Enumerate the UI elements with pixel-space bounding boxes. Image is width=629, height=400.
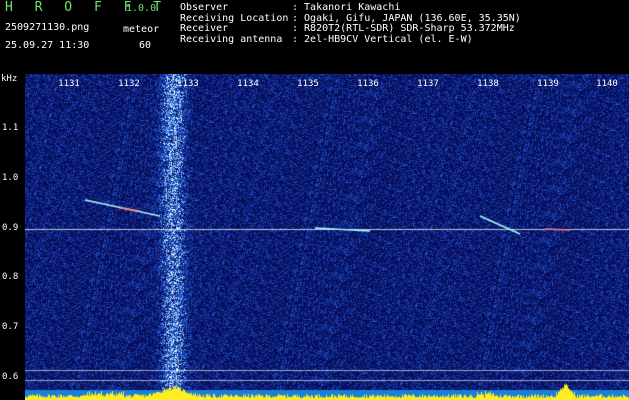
y-tick-label: 1.1 (2, 123, 19, 133)
x-tick-label: 1138 (477, 79, 499, 89)
x-tick-label: 1139 (537, 79, 559, 89)
y-tick-label: 0.7 (2, 322, 19, 332)
y-tick-label: 0.9 (2, 223, 19, 233)
info-row-antenna: Receiving antenna: 2el-HB9CV Vertical (e… (180, 33, 473, 45)
x-tick-label: 1134 (237, 79, 259, 89)
timestamp: 25.09.27 11:30 (5, 40, 90, 51)
x-tick-label: 1135 (297, 79, 319, 89)
y-tick-label: 1.0 (2, 173, 19, 183)
app-version: 1.0.0 (126, 3, 157, 14)
y-axis-unit: kHz (1, 74, 18, 84)
spectrogram (25, 74, 629, 400)
x-tick-label: 1137 (417, 79, 439, 89)
file-name: 2509271130.png (5, 22, 90, 33)
header-panel: H R O F F T 1.0.0 2509271130.png meteor … (0, 0, 629, 74)
y-tick-label: 0.8 (2, 272, 19, 282)
x-tick-label: 1140 (596, 79, 618, 89)
meteor-count: 60 (139, 40, 152, 51)
x-tick-label: 1133 (177, 79, 199, 89)
x-tick-label: 1132 (118, 79, 140, 89)
station-info: Observer: Takanori Kawachi Receiving Loc… (180, 2, 521, 45)
x-tick-label: 1131 (58, 79, 80, 89)
y-tick-label: 0.6 (2, 372, 19, 382)
x-tick-label: 1136 (357, 79, 379, 89)
mode-label: meteor (123, 24, 160, 35)
